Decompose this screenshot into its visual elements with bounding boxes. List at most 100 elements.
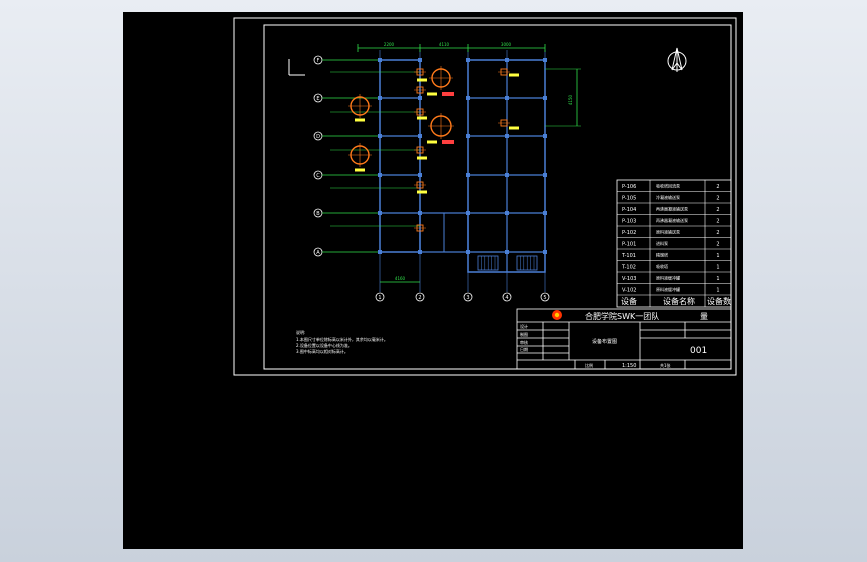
column-node bbox=[543, 96, 547, 100]
scale-value: 1:150 bbox=[622, 363, 636, 369]
row-axis-label: B bbox=[316, 211, 320, 217]
column-node bbox=[418, 211, 422, 215]
column-node bbox=[466, 58, 470, 62]
compass-north-arrow-icon bbox=[667, 47, 687, 72]
scale-label: 比例 bbox=[585, 362, 593, 368]
col-axis-label: 5 bbox=[543, 295, 546, 301]
column-node bbox=[418, 58, 422, 62]
column-node bbox=[378, 134, 382, 138]
column-node bbox=[378, 58, 382, 62]
table-cell-tag: P-102 bbox=[622, 230, 636, 236]
table-cell-name: 吸收塔 bbox=[656, 263, 668, 269]
table-cell-qty: 2 bbox=[716, 196, 719, 202]
equipment-tag-mark bbox=[417, 116, 427, 120]
table-cell-name: 原料液缓冲罐 bbox=[656, 286, 680, 292]
role-label: 日期 bbox=[520, 346, 528, 352]
note-line: 3.图中标高均以相对标高计。 bbox=[296, 348, 348, 354]
column-node bbox=[466, 173, 470, 177]
col-axis-label: 1 bbox=[378, 295, 381, 301]
column-node bbox=[505, 134, 509, 138]
ucs-axis-icon bbox=[288, 59, 305, 76]
column-node bbox=[543, 58, 547, 62]
notes-block: 说明: 1.本图尺寸单位除标高以米计外，其余均以毫米计。 2.设备位置以设备中心… bbox=[296, 329, 388, 354]
drawing-title: 设备布置图 bbox=[592, 338, 617, 345]
table-header-qty: 设备数 bbox=[707, 296, 731, 306]
column-node bbox=[505, 250, 509, 254]
column-node bbox=[543, 134, 547, 138]
title-word: 量 bbox=[700, 312, 708, 321]
table-cell-name: 原料液缓冲罐 bbox=[656, 275, 680, 281]
equipment-tag-mark bbox=[417, 190, 427, 194]
cad-drawing: F E D C B A 1 2 3 4 5 2200 4110 3000 4150 4160 说明: 1.本… bbox=[233, 17, 737, 376]
team-name: SWK一团队 bbox=[617, 311, 659, 321]
table-cell-tag: V-103 bbox=[622, 276, 636, 282]
equipment-tag-mark bbox=[417, 156, 427, 160]
row-axis-label: F bbox=[317, 58, 320, 64]
column-node bbox=[378, 250, 382, 254]
column-node bbox=[466, 134, 470, 138]
school-name: 合肥学院 bbox=[585, 311, 617, 321]
role-label: 制图 bbox=[520, 331, 528, 337]
row-axis-label: A bbox=[316, 250, 320, 256]
column-node bbox=[418, 173, 422, 177]
table-cell-qty: 2 bbox=[716, 184, 719, 190]
column-node bbox=[418, 250, 422, 254]
table-cell-qty: 2 bbox=[716, 230, 719, 236]
equipment-tag-mark bbox=[509, 73, 519, 77]
right-dimension-label: 4150 bbox=[568, 94, 573, 105]
column-node bbox=[378, 173, 382, 177]
table-cell-tag: V-102 bbox=[622, 288, 636, 294]
table-cell-qty: 2 bbox=[716, 207, 719, 213]
column-node bbox=[418, 134, 422, 138]
col-axis-label: 2 bbox=[418, 295, 421, 301]
table-cell-name: 原料液输送泵 bbox=[656, 229, 680, 235]
drawing-number: 001 bbox=[690, 346, 707, 356]
bottom-dimension-label: 4160 bbox=[395, 276, 406, 281]
column-node bbox=[505, 173, 509, 177]
table-header-name: 设备名称 bbox=[663, 296, 695, 306]
table-cell-qty: 2 bbox=[716, 242, 719, 248]
role-label: 设计 bbox=[520, 323, 528, 329]
table-cell-qty: 2 bbox=[716, 219, 719, 225]
table-cell-tag: P-105 bbox=[622, 196, 636, 202]
equipment-tag-mark bbox=[417, 78, 427, 82]
column-node bbox=[543, 173, 547, 177]
table-cell-tag: P-103 bbox=[622, 219, 636, 225]
row-axis-label: C bbox=[316, 173, 320, 179]
table-cell-tag: P-104 bbox=[622, 207, 636, 213]
table-cell-tag: P-101 bbox=[622, 242, 636, 248]
table-cell-tag: P-106 bbox=[622, 184, 636, 190]
table-cell-qty: 1 bbox=[716, 288, 719, 294]
row-axis-label: D bbox=[316, 134, 320, 140]
equipment-tag-mark bbox=[355, 168, 365, 172]
table-cell-name: 精馏塔 bbox=[656, 252, 668, 258]
notes-title: 说明: bbox=[296, 329, 305, 335]
column-node bbox=[543, 250, 547, 254]
top-dimension-label: 3000 bbox=[501, 42, 512, 47]
column-node bbox=[378, 211, 382, 215]
table-cell-qty: 1 bbox=[716, 265, 719, 271]
equipment-tag-mark bbox=[427, 92, 437, 96]
equipment-tag-mark bbox=[355, 118, 365, 122]
table-cell-name: 进料泵 bbox=[656, 240, 668, 246]
table-cell-name: 再沸器凝液输送泵 bbox=[656, 217, 688, 223]
note-line: 2.设备位置以设备中心线为准。 bbox=[296, 342, 352, 348]
column-node bbox=[505, 58, 509, 62]
col-axis-label: 3 bbox=[466, 295, 469, 301]
equipment-tag-mark bbox=[509, 126, 519, 130]
column-node bbox=[543, 211, 547, 215]
top-dimension-label: 2200 bbox=[384, 42, 395, 47]
table-cell-tag: T-101 bbox=[621, 253, 636, 259]
equipment-tag-mark bbox=[442, 92, 454, 96]
top-dimension-label: 4110 bbox=[439, 42, 450, 47]
column-node bbox=[505, 96, 509, 100]
equipment-tag-mark bbox=[427, 140, 437, 144]
column-node bbox=[466, 250, 470, 254]
column-node bbox=[466, 96, 470, 100]
table-header-tag: 设备 bbox=[621, 296, 637, 306]
sheet-count: 共1张 bbox=[660, 362, 671, 368]
table-cell-name: 再沸器凝液输送泵 bbox=[656, 206, 688, 212]
table-cell-tag: T-102 bbox=[621, 265, 636, 271]
note-line: 1.本图尺寸单位除标高以米计外，其余均以毫米计。 bbox=[296, 336, 388, 342]
table-cell-name: 吸收塔回流泵 bbox=[656, 183, 680, 189]
